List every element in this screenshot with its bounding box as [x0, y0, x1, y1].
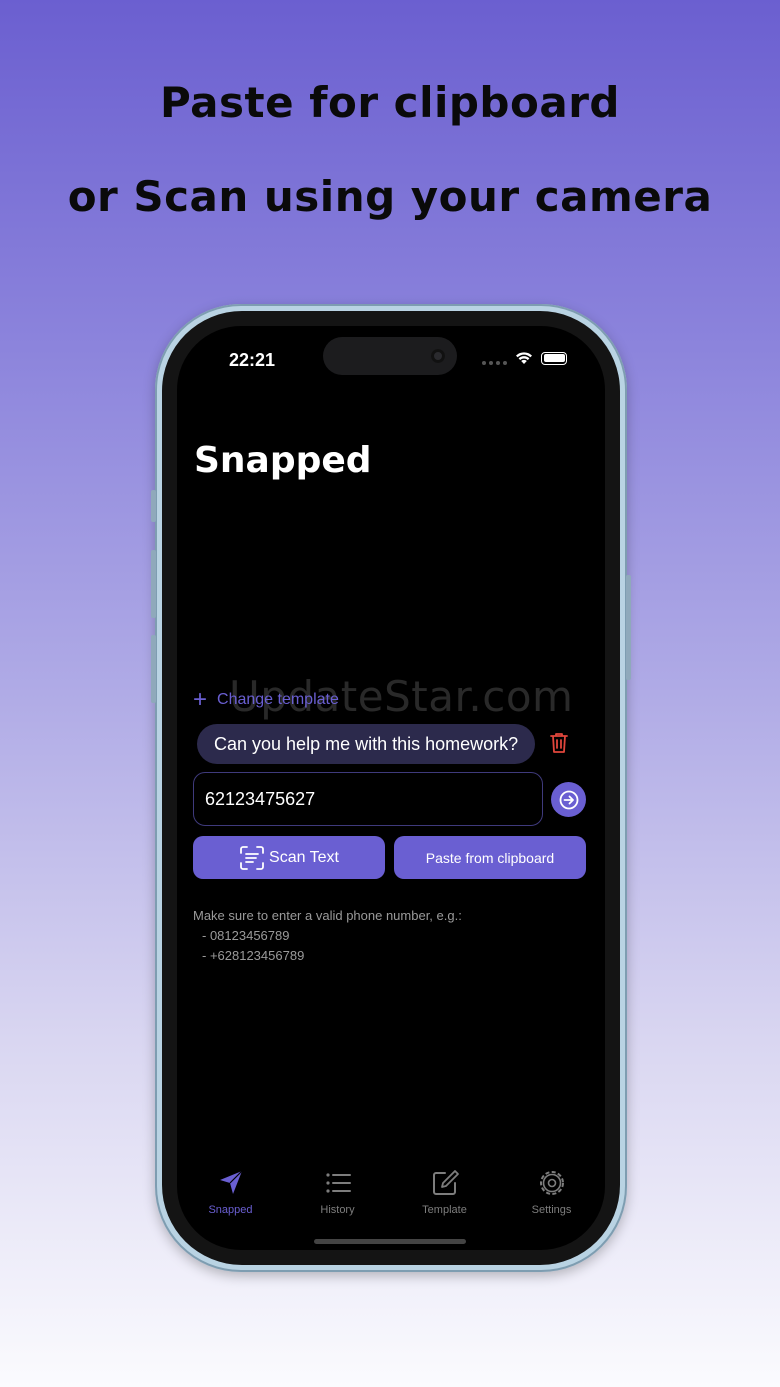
help-example-2: - +628123456789 [202, 948, 305, 963]
phone-power-button [626, 575, 631, 680]
tab-history-label: History [320, 1204, 355, 1216]
scan-text-button[interactable]: Scan Text [193, 836, 385, 879]
template-message-bubble[interactable]: Can you help me with this homework? [197, 724, 536, 764]
phone-volume-down [151, 635, 156, 703]
tab-settings[interactable]: Settings [498, 1168, 605, 1216]
tab-snapped-label: Snapped [208, 1204, 253, 1216]
status-time: 22:21 [229, 350, 276, 370]
tab-history[interactable]: History [284, 1168, 391, 1216]
home-indicator [314, 1239, 466, 1244]
phone-action-button [151, 490, 156, 522]
wifi-icon [516, 352, 532, 364]
tab-snapped[interactable]: Snapped [177, 1168, 284, 1216]
help-text: Make sure to enter a valid phone number,… [193, 906, 462, 966]
tab-template[interactable]: Template [391, 1168, 498, 1216]
help-example-1: - 08123456789 [202, 928, 290, 943]
arrow-right-circle-icon [559, 790, 578, 809]
promo-headline-1: Paste for clipboard [160, 78, 620, 127]
tab-bar: Snapped History Template Settings [177, 1168, 605, 1216]
paste-from-clipboard-button[interactable]: Paste from clipboard [394, 836, 586, 879]
trash-icon[interactable] [549, 732, 569, 754]
change-template-label: Change template [217, 691, 339, 708]
plus-icon: + [193, 686, 208, 713]
help-intro: Make sure to enter a valid phone number,… [193, 908, 462, 923]
phone-number-input[interactable] [203, 787, 537, 811]
paste-from-clipboard-label: Paste from clipboard [425, 849, 555, 866]
promo-headline-2: or Scan using your camera [67, 172, 713, 221]
page-title: Snapped [194, 440, 372, 481]
camera-icon [431, 349, 445, 363]
phone-screen: 22:21 Snapped UpdateStar.com + Change te… [177, 326, 605, 1250]
phone-volume-up [151, 550, 156, 618]
tab-settings-label: Settings [531, 1204, 572, 1216]
send-button[interactable] [551, 782, 586, 817]
change-template-button[interactable]: + Change template [193, 686, 339, 713]
scan-text-icon [240, 845, 264, 870]
send-icon [219, 1170, 242, 1194]
signal-icon [482, 351, 507, 365]
compose-icon [432, 1170, 459, 1195]
scan-text-label: Scan Text [269, 848, 339, 866]
status-icons [482, 351, 567, 365]
tab-template-label: Template [422, 1204, 467, 1216]
phone-number-field[interactable] [193, 772, 543, 826]
battery-icon [541, 351, 567, 365]
list-icon [325, 1173, 351, 1193]
template-message-text: Can you help me with this homework? [214, 733, 519, 754]
dynamic-island [323, 337, 457, 375]
gear-icon [539, 1171, 564, 1195]
